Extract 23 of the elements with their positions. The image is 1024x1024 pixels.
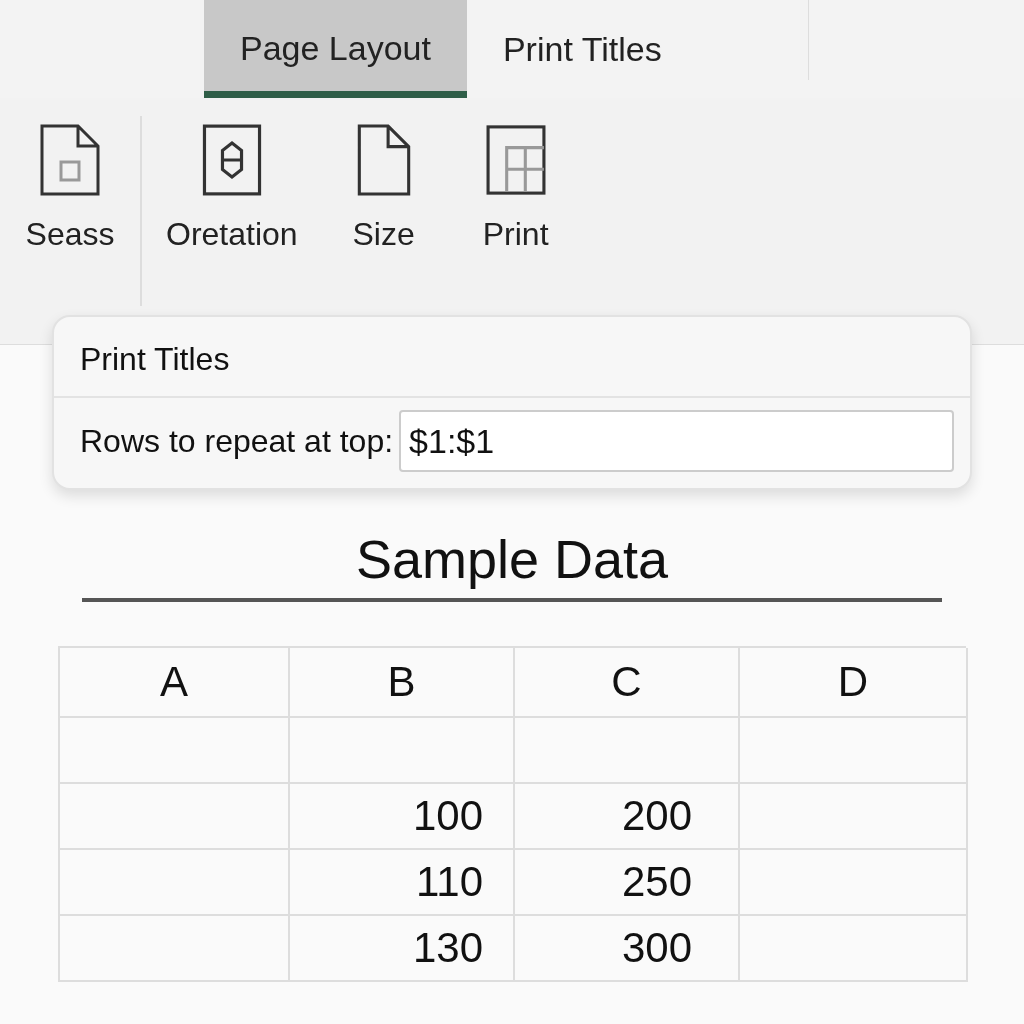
table-cell: 200	[515, 784, 740, 850]
table-cell: 100	[290, 784, 515, 850]
table-cell: 300	[515, 916, 740, 982]
field-label: Rows to repeat at top:	[80, 422, 394, 460]
ribbon-button[interactable]: Oretation	[152, 116, 312, 261]
ribbon-tab[interactable]: Print Titles	[466, 0, 698, 98]
popup-title: Print Titles	[54, 317, 970, 398]
orientation-icon	[201, 124, 262, 196]
ribbon-tab[interactable]: Page Layout	[204, 0, 467, 98]
ribbon-button[interactable]: Print	[455, 116, 576, 261]
grid-icon	[485, 124, 546, 196]
table-cell: 130	[290, 916, 515, 982]
column-header: D	[740, 648, 968, 718]
sheet-heading: Sample Data	[354, 528, 670, 590]
table-cell: 250	[515, 850, 740, 916]
ribbon-button[interactable]: Seass	[10, 116, 130, 261]
column-header: A	[60, 648, 290, 718]
ribbon-button[interactable]: Size	[323, 116, 444, 261]
input-field[interactable]: $1:$1	[399, 410, 954, 472]
page-icon	[40, 124, 100, 196]
column-header: C	[515, 648, 740, 718]
table-cell: 110	[290, 850, 515, 916]
column-header: B	[290, 648, 515, 718]
